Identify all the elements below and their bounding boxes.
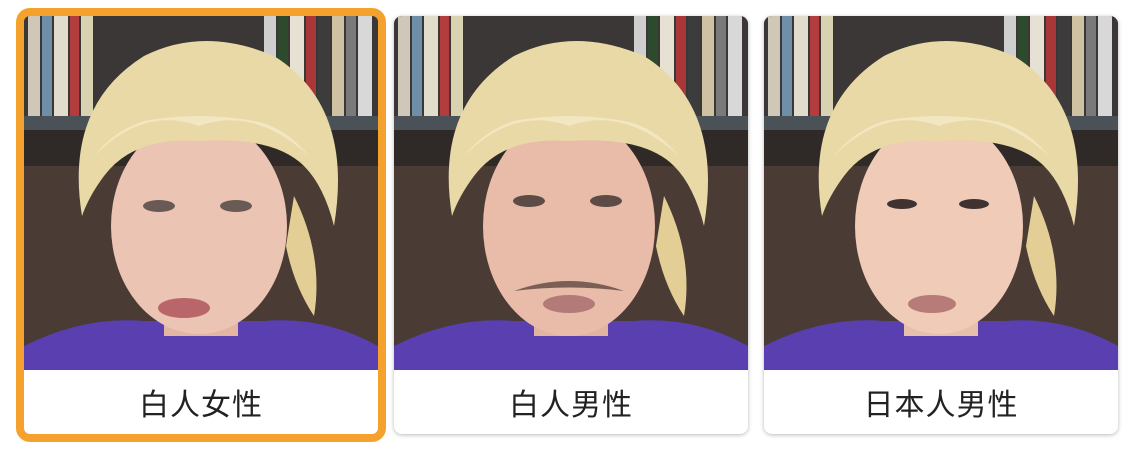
- face-preview-image: [24, 16, 378, 370]
- face-option-grid: 白人女性 白人男性 日本人男性: [0, 0, 1128, 450]
- face-option-label: 日本人男性: [863, 388, 1019, 423]
- face-option-card-white-male[interactable]: 白人男性: [394, 16, 748, 434]
- face-option-card-white-female[interactable]: 白人女性: [16, 8, 386, 442]
- face-option-label: 白人女性: [139, 388, 263, 423]
- face-preview-image: [394, 16, 748, 370]
- face-option-label: 白人男性: [509, 388, 633, 423]
- face-preview-image: [764, 16, 1118, 370]
- face-option-card-japanese-male[interactable]: 日本人男性: [764, 16, 1118, 434]
